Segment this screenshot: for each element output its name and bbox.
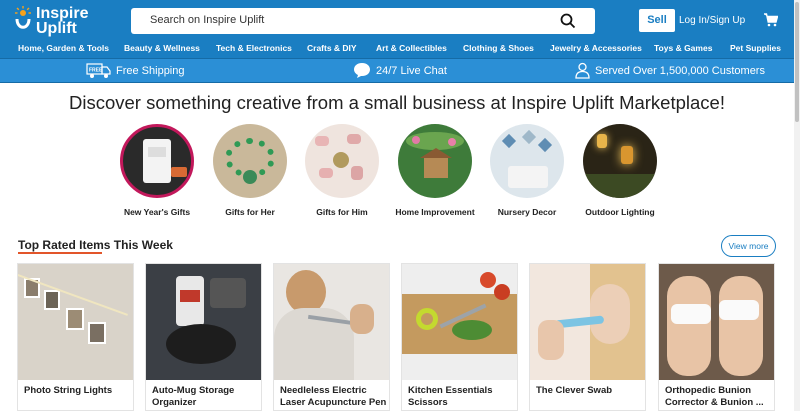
category-label: Outdoor Lighting xyxy=(585,207,655,217)
inspire-uplift-logo[interactable]: Inspire Uplift xyxy=(14,4,94,38)
category-nav: Home, Garden & Tools Beauty & Wellness T… xyxy=(0,41,794,58)
product-card[interactable]: The Clever Swab xyxy=(529,263,646,411)
gifts-for-her-image xyxy=(213,124,287,198)
product-name: Needleless Electric Laser Acupuncture Pe… xyxy=(280,385,387,408)
logo-line-2: Uplift xyxy=(36,20,77,37)
category-label: Gifts for Her xyxy=(225,207,275,217)
view-more-button[interactable]: View more xyxy=(721,235,776,257)
product-card[interactable]: Orthopedic Bunion Corrector & Bunion ... xyxy=(658,263,775,411)
product-image xyxy=(18,264,133,380)
product-image xyxy=(530,264,645,380)
product-name: Orthopedic Bunion Corrector & Bunion ... xyxy=(665,385,764,408)
free-shipping-text: Free Shipping xyxy=(116,65,185,77)
product-card[interactable]: Kitchen Essentials Scissors xyxy=(401,263,518,411)
nav-item-home-garden-tools[interactable]: Home, Garden & Tools xyxy=(18,43,109,53)
product-name: Kitchen Essentials Scissors xyxy=(408,385,493,408)
top-header: Inspire Uplift Search on Inspire Uplift … xyxy=(0,0,794,58)
product-image xyxy=(274,264,389,380)
nav-item-pet-supplies[interactable]: Pet Supplies xyxy=(730,43,781,53)
product-card[interactable]: Needleless Electric Laser Acupuncture Pe… xyxy=(273,263,390,411)
nav-item-jewelry-accessories[interactable]: Jewelry & Accessories xyxy=(550,43,642,53)
section-title-top-rated: Top Rated Items This Week xyxy=(18,238,173,252)
category-label: Home Improvement xyxy=(395,207,475,217)
outdoor-lighting-image xyxy=(583,124,657,198)
category-home-improvement[interactable]: Home Improvement xyxy=(390,124,480,218)
svg-text:FREE: FREE xyxy=(89,68,103,74)
customers-served-text: Served Over 1,500,000 Customers xyxy=(595,65,765,77)
nav-item-crafts-diy[interactable]: Crafts & DIY xyxy=(307,43,357,53)
nav-item-beauty-wellness[interactable]: Beauty & Wellness xyxy=(124,43,200,53)
new-years-gifts-image xyxy=(120,124,194,198)
scrollbar-thumb[interactable] xyxy=(795,2,799,122)
category-gifts-for-him[interactable]: Gifts for Him xyxy=(297,124,387,218)
product-card[interactable]: Auto-Mug Storage Organizer xyxy=(145,263,262,411)
benefits-bar: FREE Free Shipping 24/7 Live Chat Served… xyxy=(0,58,794,83)
nav-item-tech-electronics[interactable]: Tech & Electronics xyxy=(216,43,292,53)
product-name: The Clever Swab xyxy=(536,385,613,396)
customers-icon xyxy=(575,62,590,79)
category-gifts-for-her[interactable]: Gifts for Her xyxy=(205,124,295,218)
nav-item-clothing-shoes[interactable]: Clothing & Shoes xyxy=(463,43,534,53)
product-name: Auto-Mug Storage Organizer xyxy=(152,385,235,408)
product-image xyxy=(402,264,517,380)
category-outdoor-lighting[interactable]: Outdoor Lighting xyxy=(575,124,665,218)
category-label: New Year's Gifts xyxy=(123,207,191,217)
nursery-decor-image xyxy=(490,124,564,198)
category-label: Nursery Decor xyxy=(497,207,557,217)
search-input[interactable]: Search on Inspire Uplift xyxy=(131,8,595,34)
chat-bubble-icon xyxy=(354,63,370,78)
search-placeholder: Search on Inspire Uplift xyxy=(150,14,265,26)
product-image xyxy=(146,264,261,380)
home-improvement-image xyxy=(398,124,472,198)
logo-line-1: Inspire xyxy=(36,5,89,22)
login-signup-link[interactable]: Log In/Sign Up xyxy=(679,15,745,26)
nav-item-toys-games[interactable]: Toys & Games xyxy=(654,43,712,53)
page-headline: Discover something creative from a small… xyxy=(69,92,725,113)
logo-sun-icon xyxy=(15,6,31,29)
live-chat-text: 24/7 Live Chat xyxy=(376,65,447,77)
product-name: Photo String Lights xyxy=(24,385,113,396)
cart-icon[interactable] xyxy=(764,13,778,27)
free-shipping-truck-icon: FREE xyxy=(86,63,111,78)
category-label: Gifts for Him xyxy=(316,207,368,217)
gifts-for-him-image xyxy=(305,124,379,198)
category-nursery-decor[interactable]: Nursery Decor xyxy=(482,124,572,218)
section-title-underline xyxy=(18,252,102,254)
nav-item-art-collectibles[interactable]: Art & Collectibles xyxy=(376,43,447,53)
product-card[interactable]: Photo String Lights xyxy=(17,263,134,411)
search-icon[interactable] xyxy=(560,13,576,29)
category-new-years-gifts[interactable]: New Year's Gifts xyxy=(112,124,202,218)
sell-button[interactable]: Sell xyxy=(639,9,675,32)
product-image xyxy=(659,264,774,380)
